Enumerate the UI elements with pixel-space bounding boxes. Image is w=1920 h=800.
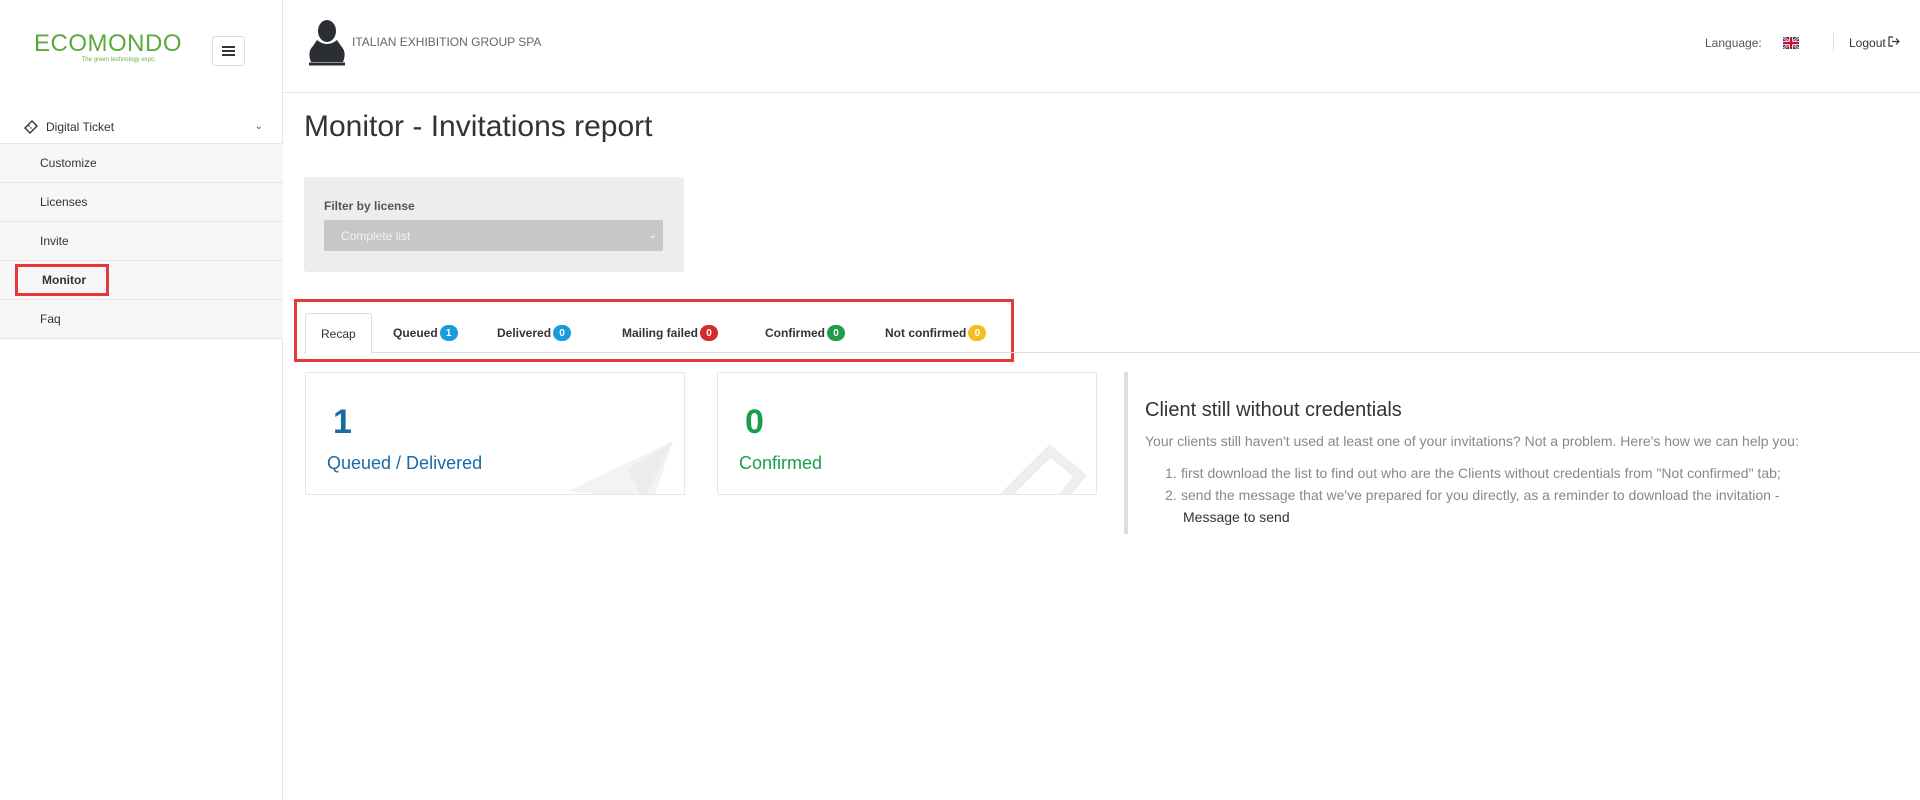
sidebar-item-label: Invite	[40, 234, 69, 248]
confirmed-card: 0 Confirmed	[717, 372, 1097, 495]
card-label: Confirmed	[739, 453, 823, 473]
tab-label: Recap	[321, 326, 356, 341]
tab-confirmed[interactable]: Confirmed 0	[765, 313, 845, 353]
card-label: Queued / Delivered	[327, 453, 483, 473]
logout-label: Logout	[1849, 36, 1886, 50]
sidebar-item-licenses[interactable]: Licenses	[0, 183, 283, 222]
paper-plane-icon	[568, 431, 678, 494]
tab-label: Confirmed	[765, 326, 825, 340]
chevron-down-icon: ⌄	[648, 230, 657, 241]
list-item: 1. first download the list to find out wh…	[1165, 462, 1915, 484]
queued-delivered-card: 1 Queued / Delivered	[305, 372, 685, 495]
sidebar-item-monitor[interactable]: Monitor	[0, 261, 283, 300]
sidebar-item-customize[interactable]: Customize	[0, 144, 283, 183]
tab-queued[interactable]: Queued 1	[393, 313, 458, 353]
filter-panel: Filter by license Complete list ⌄	[304, 177, 684, 272]
tab-label: Delivered	[497, 326, 552, 340]
info-title: Client still without credentials	[1145, 399, 1402, 421]
sidebar-item-label: Licenses	[40, 195, 88, 209]
info-accent-bar	[1124, 372, 1128, 534]
logo-text: ECOMONDO	[34, 30, 182, 57]
uk-flag-icon[interactable]	[1782, 36, 1800, 50]
sidebar-menu: Digital Ticket ⌄ Customize Licenses Invi…	[0, 110, 283, 339]
topbar: ITALIAN EXHIBITION GROUP SPA Language: L…	[283, 0, 1920, 93]
info-steps: 1. first download the list to find out wh…	[1165, 462, 1915, 528]
user-avatar-icon	[307, 18, 347, 66]
logout-icon	[1888, 36, 1900, 50]
sidebar-item-label: Customize	[40, 156, 97, 170]
license-filter-select[interactable]: Complete list ⌄	[324, 220, 663, 251]
ecomondo-logo[interactable]: ECOMONDO The green technology expo.	[34, 30, 182, 64]
filter-selected-value: Complete list	[341, 228, 411, 243]
count-badge: 0	[700, 325, 719, 341]
count-badge: 0	[553, 325, 572, 341]
tab-label: Not confirmed	[885, 326, 967, 340]
sidebar-group-label: Digital Ticket	[46, 119, 115, 134]
step-text: send the message that we've prepared for…	[1181, 487, 1780, 503]
tab-label: Queued	[393, 326, 438, 340]
sidebar-group-digital-ticket[interactable]: Digital Ticket ⌄	[0, 110, 283, 144]
logo-tagline: The green technology expo.	[81, 57, 156, 63]
sidebar-item-faq[interactable]: Faq	[0, 300, 283, 339]
count-badge: 1	[439, 325, 458, 341]
count-badge: 0	[968, 325, 987, 341]
tab-recap[interactable]: Recap	[305, 313, 372, 354]
logout-button[interactable]: Logout	[1849, 36, 1900, 50]
tab-not-confirmed[interactable]: Not confirmed 0	[885, 313, 987, 353]
filter-label: Filter by license	[324, 199, 415, 213]
tab-delivered[interactable]: Delivered 0	[497, 313, 572, 353]
sidebar-item-label: Faq	[40, 312, 61, 326]
page-title: Monitor - Invitations report	[304, 110, 653, 143]
info-text: Your clients still haven't used at least…	[1145, 433, 1799, 449]
card-value: 1	[333, 403, 352, 441]
step-number: 1.	[1165, 465, 1177, 481]
message-to-send-link[interactable]: Message to send	[1183, 506, 1915, 528]
count-badge: 0	[827, 325, 845, 341]
sidebar-item-invite[interactable]: Invite	[0, 222, 283, 261]
menu-toggle-button[interactable]	[212, 36, 245, 66]
card-value: 0	[745, 403, 764, 441]
ticket-icon	[24, 119, 38, 134]
hamburger-icon	[222, 46, 235, 56]
step-number: 2.	[1165, 487, 1177, 503]
language-label: Language:	[1705, 36, 1762, 50]
chevron-down-icon: ⌄	[254, 121, 263, 132]
tab-label: Mailing failed	[622, 326, 699, 340]
sidebar-item-label: Monitor	[15, 264, 109, 296]
tab-mailing-failed[interactable]: Mailing failed 0	[622, 313, 719, 353]
ticket-icon	[990, 431, 1090, 494]
company-name: ITALIAN EXHIBITION GROUP SPA	[352, 35, 542, 49]
topbar-divider	[1833, 33, 1834, 51]
list-item: 2. send the message that we've prepared f…	[1165, 484, 1915, 528]
sidebar: ECOMONDO The green technology expo. Digi…	[0, 0, 283, 800]
step-text: first download the list to find out who …	[1181, 465, 1781, 481]
